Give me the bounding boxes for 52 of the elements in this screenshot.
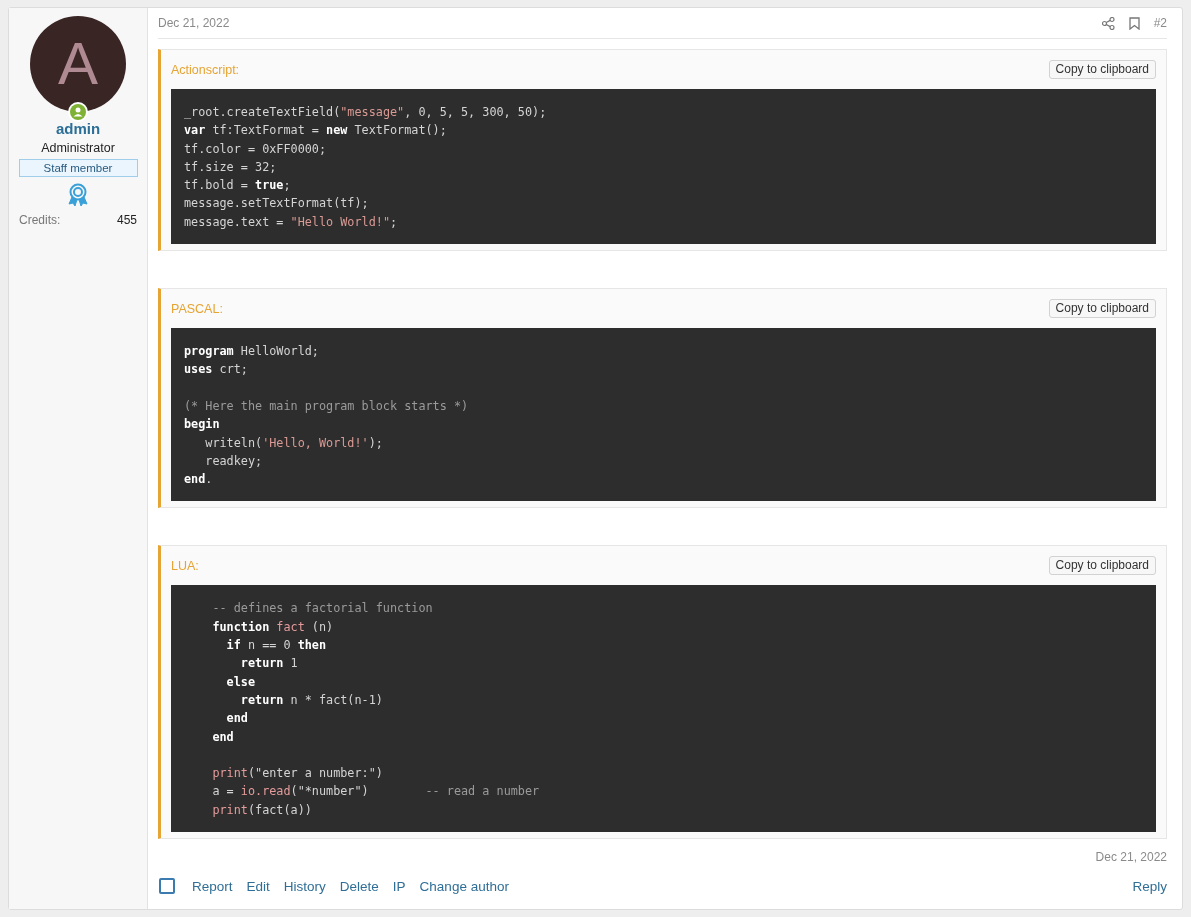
code-line: _root.createTextField("message", 0, 5, 5, 300, 50);: [184, 104, 548, 121]
code-line: end: [225, 710, 249, 728]
staff-banner: Staff member: [18, 159, 138, 177]
code-line: message.setTextFormat(tf);: [184, 195, 370, 213]
code-line: var tf:TextFormat = new TextFormat();: [184, 122, 448, 140]
code-line: begin: [184, 416, 221, 434]
post-action-link[interactable]: Report: [192, 878, 233, 894]
last-edited-date: Dec 21, 2022: [1095, 850, 1167, 864]
code-line: tf.size = 32;: [184, 158, 278, 176]
code-line: readkey;: [204, 452, 264, 470]
copy-button[interactable]: Copy to clipboard: [1048, 299, 1156, 319]
bookmark-icon[interactable]: [1128, 16, 1140, 30]
username-link[interactable]: admin: [55, 120, 101, 137]
post-date[interactable]: Dec 21, 2022: [158, 16, 1088, 30]
code-line: tf.bold = true;: [184, 177, 292, 195]
code-line: -- defines a factorial function: [211, 600, 434, 618]
select-checkbox[interactable]: [159, 878, 175, 894]
code-line: end.: [184, 471, 214, 489]
code-line: program HelloWorld;: [184, 343, 320, 361]
avatar-letter: A: [58, 34, 98, 94]
copy-button[interactable]: Copy to clipboard: [1048, 556, 1156, 576]
credits-value: 455: [116, 213, 137, 227]
code-line: end: [211, 728, 235, 746]
post-action-link[interactable]: History: [283, 878, 326, 894]
code-line: return 1: [239, 655, 299, 673]
code-line: (* Here the main program block starts *): [184, 397, 470, 415]
award-ribbon-icon[interactable]: [68, 183, 88, 207]
avatar[interactable]: A: [30, 16, 126, 112]
code-line: function fact (n): [211, 618, 335, 636]
code-line: writeln('Hello, World!');: [204, 434, 384, 452]
post-action-link[interactable]: Delete: [339, 878, 379, 894]
credits-label: Credits:: [19, 213, 61, 227]
code-language-label: LUA:: [171, 558, 199, 573]
post-number-link[interactable]: #2: [1153, 16, 1167, 30]
code-line: uses crt;: [184, 361, 249, 379]
code-line: print("enter a number:"): [211, 765, 384, 783]
copy-button[interactable]: Copy to clipboard: [1048, 60, 1156, 79]
share-icon[interactable]: [1101, 16, 1115, 30]
code-line: return n * fact(n-1): [239, 691, 384, 709]
reply-link[interactable]: Reply: [1132, 878, 1167, 894]
code-language-label: Actionscript:: [171, 62, 240, 77]
code-line: tf.color = 0xFF0000;: [184, 140, 328, 158]
code-line: if n == 0 then: [225, 637, 328, 655]
code-line: a = io.read("*number") -- read a number: [211, 783, 541, 801]
post-action-link[interactable]: IP: [392, 878, 406, 894]
code-line: print(fact(a)): [211, 801, 313, 819]
post-action-link[interactable]: Change author: [419, 878, 509, 894]
code-line: message.text = "Hello World!";: [184, 213, 399, 231]
code-line: else: [225, 673, 257, 691]
post-action-link[interactable]: Edit: [246, 878, 270, 894]
user-title: Administrator: [41, 141, 115, 155]
code-language-label: PASCAL:: [171, 301, 223, 316]
